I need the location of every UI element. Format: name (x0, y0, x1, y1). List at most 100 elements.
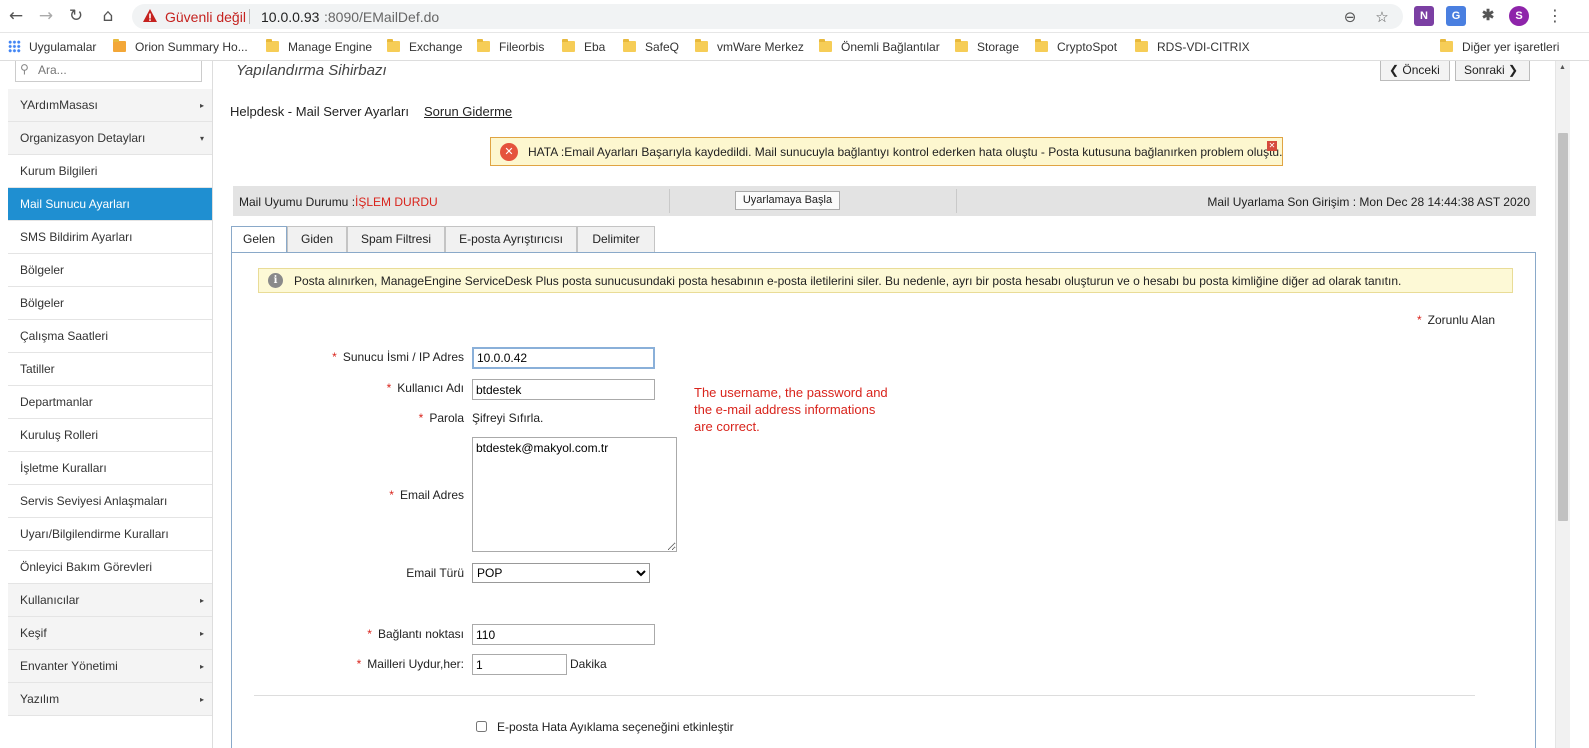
scroll-up-icon[interactable]: ▲ (1559, 64, 1566, 71)
sidebar-item[interactable]: YArdımMasası ▸ (8, 89, 212, 122)
profile-avatar[interactable]: S (1509, 6, 1529, 26)
sidebar-item[interactable]: Yazılım ▸ (8, 683, 212, 716)
status-divider (669, 189, 670, 213)
bookmark-apps[interactable]: Uygulamalar (8, 40, 96, 56)
fetch-interval-unit: Dakika (570, 657, 607, 671)
sidebar-item-label: Kullanıcılar (20, 593, 80, 607)
bookmark-exchange[interactable]: Exchange (387, 39, 462, 56)
sidebar-item[interactable]: Keşif ▸ (8, 617, 212, 650)
folder-icon (266, 39, 279, 52)
sidebar-item-label: Bölgeler (20, 296, 65, 310)
extensions-icon[interactable]: ✱ (1478, 6, 1498, 26)
bookmark-label: Önemli Bağlantılar (841, 40, 940, 54)
prev-button[interactable]: ❮ Önceki (1380, 61, 1450, 81)
port-input[interactable] (472, 624, 655, 645)
menu-icon[interactable]: ⋮ (1543, 5, 1567, 27)
chevron-right-icon: ▸ (199, 101, 204, 110)
orion-icon (113, 39, 126, 52)
browser-toolbar: ← → ↻ ⌂ Güvenli değil 10.0.0.93 :8090/EM… (0, 0, 1589, 33)
sidebar-item[interactable]: Bölgeler (8, 287, 212, 320)
chevron-right-icon: ▸ (199, 662, 204, 671)
reset-password-link[interactable]: Şifreyi Sıfırla. (472, 411, 543, 425)
sidebar-item-label: Önleyici Bakım Görevleri (20, 560, 153, 574)
back-icon[interactable]: ← (4, 5, 28, 27)
email-type-select[interactable]: POP (472, 563, 650, 583)
username-input[interactable] (472, 379, 655, 400)
email-debug-checkbox[interactable] (476, 721, 487, 732)
start-fetching-button[interactable]: Uyarlamaya Başla (735, 191, 840, 210)
bookmark-fileorbis[interactable]: Fileorbis (477, 39, 545, 56)
mail-status-bar: Mail Uyumu Durumu :İŞLEM DURDU Uyarlamay… (233, 186, 1536, 216)
tab-gelen[interactable]: Gelen (231, 226, 287, 253)
password-label-text: Parola (429, 411, 464, 425)
bookmark-onemli[interactable]: Önemli Bağlantılar (819, 39, 940, 56)
bookmark-cryptospot[interactable]: CryptoSpot (1035, 39, 1117, 56)
server-label: * Sunucu İsmi / IP Adres (244, 350, 464, 364)
bookmark-label: Fileorbis (499, 40, 545, 54)
sidebar-item[interactable]: Kullanıcılar ▸ (8, 584, 212, 617)
address-bar[interactable]: Güvenli değil 10.0.0.93 :8090/EMailDef.d… (132, 4, 1403, 29)
troubleshoot-link[interactable]: Sorun Giderme (424, 104, 512, 119)
bookmark-eba[interactable]: Eba (562, 39, 606, 56)
reload-icon[interactable]: ↻ (64, 5, 88, 27)
bookmark-rds[interactable]: RDS-VDI-CITRIX (1135, 39, 1250, 56)
username-label: * Kullanıcı Adı (244, 381, 464, 395)
sidebar-search[interactable]: ⚲ (15, 61, 202, 82)
tab-delimiter[interactable]: Delimiter (577, 226, 655, 252)
bookmark-label: vmWare Merkez (717, 40, 804, 54)
required-asterisk: * (356, 657, 362, 671)
next-button[interactable]: Sonraki ❯ (1455, 61, 1530, 81)
sidebar-item[interactable]: Çalışma Saatleri (8, 320, 212, 353)
close-icon[interactable]: ✕ (1267, 141, 1277, 151)
onenote-extension-icon[interactable]: N (1414, 6, 1434, 26)
sidebar-item[interactable]: İşletme Kuralları (8, 452, 212, 485)
zoom-icon[interactable]: ⊖ (1340, 7, 1360, 27)
sidebar-item[interactable]: Kuruluş Rolleri (8, 419, 212, 452)
search-input[interactable] (38, 63, 198, 77)
bookmark-vmware[interactable]: vmWare Merkez (695, 39, 804, 56)
translate-extension-icon[interactable]: G (1446, 6, 1466, 26)
bookmark-other[interactable]: Diğer yer işaretleri (1440, 39, 1559, 56)
bookmark-label: Eba (584, 40, 606, 54)
tab-email-parser[interactable]: E-posta Ayrıştırıcısı (445, 226, 577, 252)
email-address-input[interactable]: btdestek@makyol.com.tr (472, 437, 677, 552)
error-icon: ✕ (500, 143, 518, 161)
required-note-text: Zorunlu Alan (1427, 313, 1496, 327)
security-label[interactable]: Güvenli değil (165, 9, 246, 25)
sidebar-item-label: Yazılım (20, 692, 60, 706)
sidebar-item[interactable]: Organizasyon Detayları ▾ (8, 122, 212, 155)
folder-icon (477, 39, 490, 52)
home-icon[interactable]: ⌂ (96, 5, 120, 27)
forward-icon[interactable]: → (34, 5, 58, 27)
sidebar-item[interactable]: Uyarı/Bilgilendirme Kuralları (8, 518, 212, 551)
fetch-interval-label-text: Mailleri Uydur,her: (367, 657, 464, 671)
page-scrollbar[interactable]: ▲ (1555, 61, 1570, 748)
scroll-thumb[interactable] (1558, 133, 1568, 521)
sidebar-item-label: Çalışma Saatleri (20, 329, 109, 343)
server-input[interactable] (472, 347, 655, 369)
bookmark-label: Manage Engine (288, 40, 373, 54)
sidebar-item[interactable]: Kurum Bilgileri (8, 155, 212, 188)
tab-spam-filter[interactable]: Spam Filtresi (347, 226, 445, 252)
star-icon[interactable]: ☆ (1372, 7, 1392, 27)
bookmark-storage[interactable]: Storage (955, 39, 1019, 56)
fetch-interval-input[interactable] (472, 654, 567, 675)
sidebar-item-label: Bölgeler (20, 263, 65, 277)
bookmark-safeq[interactable]: SafeQ (623, 39, 679, 56)
sidebar-item[interactable]: Servis Seviyesi Anlaşmaları (8, 485, 212, 518)
folder-icon (695, 39, 708, 52)
bookmark-orion[interactable]: Orion Summary Ho... (113, 39, 248, 56)
error-text: HATA :Email Ayarları Başarıyla kaydedild… (528, 145, 1283, 159)
sidebar-item[interactable]: Önleyici Bakım Görevleri (8, 551, 212, 584)
sidebar-item[interactable]: Departmanlar (8, 386, 212, 419)
bookmark-manage-engine[interactable]: Manage Engine (266, 39, 373, 56)
main-content: Yapılandırma Sihirbazı ❮ Önceki Sonraki … (214, 61, 1555, 748)
sidebar-item[interactable]: Tatiller (8, 353, 212, 386)
status-label: Mail Uyumu Durumu :İŞLEM DURDU (239, 195, 438, 209)
sidebar-item[interactable]: Envanter Yönetimi ▸ (8, 650, 212, 683)
tab-giden[interactable]: Giden (287, 226, 347, 252)
sidebar-item[interactable]: Bölgeler (8, 254, 212, 287)
folder-icon (387, 39, 400, 52)
sidebar-item[interactable]: Mail Sunucu Ayarları (8, 188, 212, 221)
sidebar-item[interactable]: SMS Bildirim Ayarları (8, 221, 212, 254)
